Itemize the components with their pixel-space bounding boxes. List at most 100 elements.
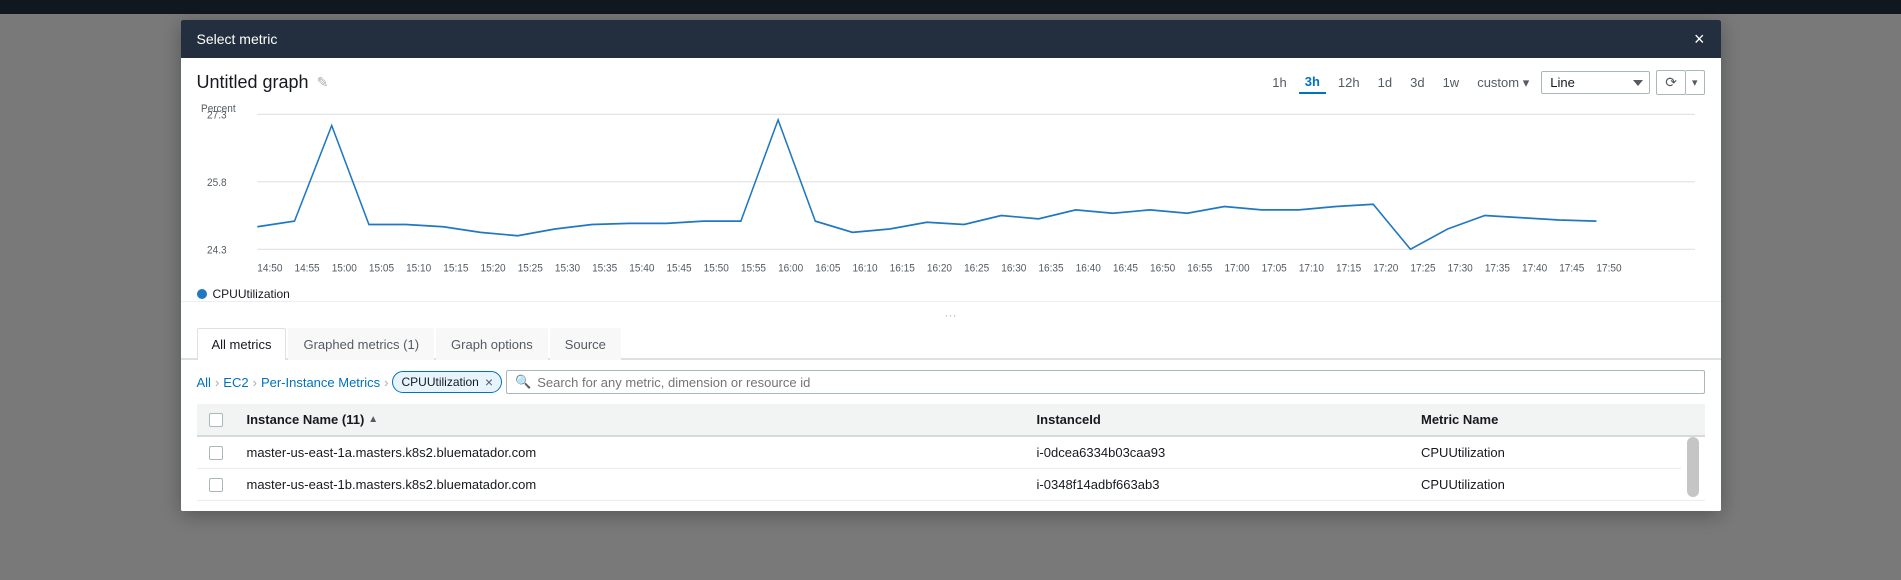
th-instance-name: Instance Name (11) ▲	[235, 404, 1025, 436]
breadcrumb-all[interactable]: All	[197, 375, 211, 390]
breadcrumb-sep-1: ›	[215, 375, 219, 390]
svg-text:17:00: 17:00	[1224, 262, 1249, 275]
row-instance-id-2: i-0348f14adbf663ab3	[1025, 469, 1409, 501]
svg-text:15:35: 15:35	[592, 262, 617, 275]
row-metric-name-2: CPUUtilization	[1409, 469, 1681, 501]
fake-scrollbar[interactable]	[1687, 437, 1699, 497]
svg-text:17:40: 17:40	[1522, 262, 1547, 275]
time-btn-3h[interactable]: 3h	[1299, 71, 1326, 94]
svg-text:16:05: 16:05	[815, 262, 840, 275]
chart-legend: CPUUtilization	[197, 287, 1705, 301]
svg-text:16:55: 16:55	[1187, 262, 1212, 275]
th-instance-id-label: InstanceId	[1037, 412, 1101, 427]
svg-text:17:50: 17:50	[1596, 262, 1621, 275]
legend-label: CPUUtilization	[213, 287, 290, 301]
row-instance-name-2: master-us-east-1b.masters.k8s2.bluematad…	[235, 469, 1025, 501]
search-input[interactable]	[537, 375, 1695, 390]
time-btn-3d[interactable]: 3d	[1404, 72, 1430, 93]
table-header-row: Instance Name (11) ▲ InstanceId Metric N…	[197, 404, 1705, 436]
refresh-button[interactable]: ⟳	[1656, 70, 1686, 95]
header-checkbox[interactable]	[209, 413, 223, 427]
time-btn-1h[interactable]: 1h	[1266, 72, 1292, 93]
svg-text:16:40: 16:40	[1075, 262, 1100, 275]
svg-text:16:15: 16:15	[889, 262, 914, 275]
row-instance-id-1: i-0dcea6334b03caa93	[1025, 436, 1409, 469]
breadcrumb-ec2[interactable]: EC2	[223, 375, 248, 390]
svg-text:17:35: 17:35	[1484, 262, 1509, 275]
refresh-split-button[interactable]: ▾	[1686, 70, 1705, 95]
svg-text:16:10: 16:10	[852, 262, 877, 275]
svg-text:14:50: 14:50	[257, 262, 282, 275]
chart-type-select[interactable]: Line Stacked area Number	[1541, 71, 1650, 94]
tab-all-metrics[interactable]: All metrics	[197, 328, 287, 360]
svg-text:16:20: 16:20	[926, 262, 951, 275]
row-checkbox-2[interactable]	[209, 478, 223, 492]
time-btn-1w[interactable]: 1w	[1437, 72, 1466, 93]
svg-text:15:30: 15:30	[554, 262, 579, 275]
svg-text:25.8: 25.8	[207, 177, 227, 190]
svg-text:15:10: 15:10	[406, 262, 431, 275]
svg-text:24.3: 24.3	[207, 244, 227, 257]
graph-controls: 1h 3h 12h 1d 3d 1w custom ▾ Line Stacked…	[1266, 70, 1704, 95]
svg-text:16:25: 16:25	[964, 262, 989, 275]
edit-title-icon[interactable]: ✎	[317, 74, 329, 91]
graph-title-row: Untitled graph ✎ 1h 3h 12h 1d 3d 1w cust…	[197, 70, 1705, 95]
svg-text:15:55: 15:55	[740, 262, 765, 275]
breadcrumb-sep-2: ›	[253, 375, 257, 390]
tab-graphed-metrics[interactable]: Graphed metrics (1)	[288, 328, 434, 360]
svg-text:17:05: 17:05	[1261, 262, 1286, 275]
graph-title-group: Untitled graph ✎	[197, 72, 329, 93]
svg-text:15:25: 15:25	[517, 262, 542, 275]
th-scrollbar	[1681, 404, 1705, 436]
tabs-bar: All metrics Graphed metrics (1) Graph op…	[181, 328, 1721, 360]
modal-header: Select metric ×	[181, 20, 1721, 58]
svg-text:16:00: 16:00	[778, 262, 803, 275]
row-checkbox-1[interactable]	[209, 446, 223, 460]
th-instance-id: InstanceId	[1025, 404, 1409, 436]
time-btn-1d[interactable]: 1d	[1372, 72, 1398, 93]
breadcrumb-sep-3: ›	[384, 375, 388, 390]
row-metric-name-1: CPUUtilization	[1409, 436, 1681, 469]
svg-text:17:10: 17:10	[1298, 262, 1323, 275]
table-row: master-us-east-1a.masters.k8s2.bluematad…	[197, 436, 1705, 469]
svg-text:17:20: 17:20	[1373, 262, 1398, 275]
row-checkbox-cell-1	[197, 436, 235, 469]
chart-divider[interactable]: ···	[181, 301, 1721, 328]
breadcrumb: All › EC2 › Per-Instance Metrics › CPUUt…	[197, 370, 1705, 394]
th-checkbox	[197, 404, 235, 436]
svg-text:15:20: 15:20	[480, 262, 505, 275]
breadcrumb-chip-close-icon[interactable]: ×	[485, 374, 493, 390]
svg-text:15:05: 15:05	[368, 262, 393, 275]
modal-close-button[interactable]: ×	[1694, 30, 1705, 48]
svg-text:Percent: Percent	[201, 103, 236, 115]
table-row: master-us-east-1b.masters.k8s2.bluematad…	[197, 469, 1705, 501]
modal-title: Select metric	[197, 31, 278, 47]
tab-graph-options[interactable]: Graph options	[436, 328, 548, 360]
time-btn-12h[interactable]: 12h	[1332, 72, 1366, 93]
svg-text:17:30: 17:30	[1447, 262, 1472, 275]
sort-icon-instance-name: ▲	[368, 414, 378, 425]
chart-svg: .chart-line { fill: none; stroke: #1f78c…	[197, 103, 1705, 283]
svg-text:17:45: 17:45	[1559, 262, 1584, 275]
svg-text:16:35: 16:35	[1038, 262, 1063, 275]
legend-color-dot	[197, 289, 207, 299]
graph-section: Untitled graph ✎ 1h 3h 12h 1d 3d 1w cust…	[181, 58, 1721, 301]
th-instance-name-label: Instance Name (11)	[247, 412, 365, 427]
time-btn-custom[interactable]: custom ▾	[1471, 72, 1535, 94]
breadcrumb-per-instance[interactable]: Per-Instance Metrics	[261, 375, 380, 390]
refresh-group: ⟳ ▾	[1656, 70, 1704, 95]
graph-title-text: Untitled graph	[197, 72, 309, 93]
svg-text:15:15: 15:15	[443, 262, 468, 275]
svg-text:17:25: 17:25	[1410, 262, 1435, 275]
svg-text:16:30: 16:30	[1001, 262, 1026, 275]
tab-source[interactable]: Source	[550, 328, 621, 360]
row-instance-name-1: master-us-east-1a.masters.k8s2.bluematad…	[235, 436, 1025, 469]
svg-text:15:40: 15:40	[629, 262, 654, 275]
svg-text:16:50: 16:50	[1150, 262, 1175, 275]
svg-text:16:45: 16:45	[1112, 262, 1137, 275]
svg-text:15:45: 15:45	[666, 262, 691, 275]
breadcrumb-chip-cpuutilization: CPUUtilization ×	[392, 371, 502, 393]
th-metric-name-label: Metric Name	[1421, 412, 1498, 427]
breadcrumb-chip-label: CPUUtilization	[401, 375, 478, 389]
row-checkbox-cell-2	[197, 469, 235, 501]
